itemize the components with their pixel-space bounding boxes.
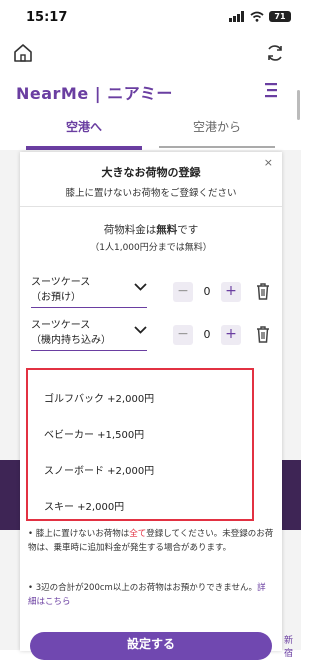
trash-icon[interactable] — [255, 282, 271, 300]
plus-button[interactable]: + — [221, 325, 241, 345]
fee-suffix: です — [177, 224, 199, 236]
note-register-all: • 膝上に置けないお荷物は全て登録してください。未登録のお荷物は、乗車時に追加料… — [28, 529, 274, 553]
fee-note: （1人1,000円分までは無料） — [90, 243, 212, 253]
suitcase-carryon-select[interactable]: スーツケース （機内持ち込み） — [31, 318, 147, 351]
side-destination-text: 新宿 — [284, 636, 294, 659]
quantity-value: 0 — [203, 285, 211, 298]
divider — [20, 206, 282, 207]
minus-button[interactable]: − — [173, 325, 193, 345]
tab-from-airport[interactable]: 空港から — [159, 112, 275, 150]
status-icons: 71 — [229, 11, 291, 22]
signal-icon — [229, 11, 244, 22]
fee-prefix: 荷物料金は — [103, 224, 157, 236]
modal-subtitle: 膝上に置けないお荷物をご登録ください — [65, 188, 237, 199]
item-label-line1: スーツケース — [31, 277, 91, 288]
fee-text: 荷物料金は無料です — [20, 222, 282, 237]
chevron-down-icon — [134, 326, 147, 334]
modal-title: 大きなお荷物の登録 — [101, 166, 201, 179]
fee-free: 無料 — [156, 224, 178, 236]
battery-icon: 71 — [269, 11, 291, 22]
minus-button[interactable]: − — [173, 282, 193, 302]
note-size-limit: • 3辺の合計が200cm以上のお荷物はお預かりできません。詳細はこちら — [28, 583, 266, 607]
item-label-line1: スーツケース — [31, 320, 91, 331]
note1-a: 膝上に置けないお荷物は — [35, 529, 130, 539]
home-icon[interactable] — [13, 44, 33, 62]
option-snowboard[interactable]: スノーボード +2,000円 — [44, 462, 154, 477]
confirm-button[interactable]: 設定する — [30, 632, 272, 660]
page-scrollbar[interactable] — [297, 90, 300, 120]
quantity-stepper: − 0 + — [173, 325, 241, 345]
wifi-icon — [250, 11, 264, 22]
hamburger-icon[interactable] — [263, 82, 279, 98]
note1-red: 全て — [129, 529, 147, 539]
brand-logo[interactable]: NearMe | ニアミー — [16, 80, 173, 104]
option-ski[interactable]: スキー +2,000円 — [44, 498, 124, 513]
status-time: 15:17 — [26, 10, 68, 25]
luggage-modal: × 大きなお荷物の登録 膝上に置けないお荷物をご登録ください 荷物料金は無料です… — [20, 152, 282, 660]
tab-to-airport[interactable]: 空港へ — [26, 112, 142, 150]
quantity-value: 0 — [203, 328, 211, 341]
quantity-stepper: − 0 + — [173, 282, 241, 302]
reload-icon[interactable] — [265, 43, 285, 63]
suitcase-checked-select[interactable]: スーツケース （お預け） — [31, 275, 147, 308]
highlight-box: ゴルフバック +2,000円 ベビーカー +1,500円 スノーボード +2,0… — [26, 368, 254, 521]
chevron-down-icon — [134, 283, 147, 291]
note2-a: 3辺の合計が200cm以上のお荷物はお預かりできません。 — [35, 583, 258, 593]
plus-button[interactable]: + — [221, 282, 241, 302]
status-bar: 15:17 71 — [0, 0, 301, 36]
item-label-line2: （機内持ち込み） — [31, 335, 111, 346]
option-golf-bag[interactable]: ゴルフバック +2,000円 — [44, 390, 154, 405]
trash-icon[interactable] — [255, 325, 271, 343]
item-label-line2: （お預け） — [31, 292, 81, 303]
option-stroller[interactable]: ベビーカー +1,500円 — [44, 426, 144, 441]
